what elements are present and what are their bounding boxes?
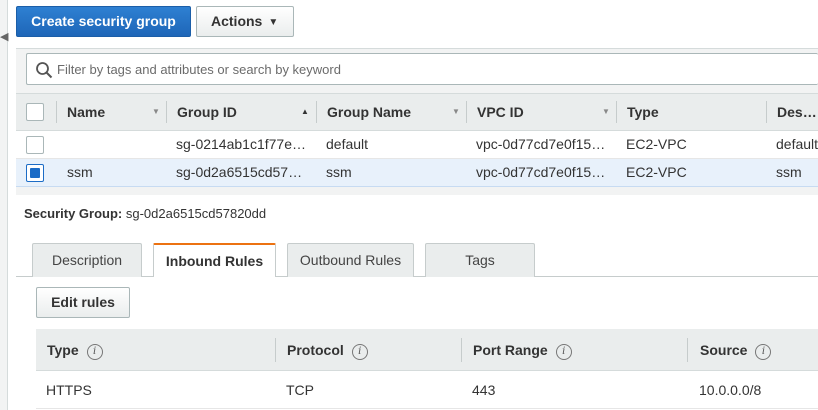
info-icon[interactable]: i — [555, 344, 572, 360]
rules-column-source-label: Source — [700, 342, 748, 358]
table-row-selected[interactable]: ssm sg-0d2a6515cd57… ssm vpc-0d77cd7e0f1… — [16, 159, 818, 187]
cell-vpc-id: vpc-0d77cd7e0f15… — [476, 164, 606, 180]
column-header-name[interactable]: Name — [67, 94, 147, 130]
rules-column-source: Source i — [700, 329, 818, 370]
rules-column-port-range-label: Port Range — [473, 342, 548, 358]
rule-port-range: 443 — [472, 382, 496, 398]
create-security-group-button[interactable]: Create security group — [16, 6, 191, 37]
search-input[interactable] — [57, 54, 797, 84]
rule-type: HTTPS — [46, 382, 92, 398]
info-icon[interactable]: i — [351, 344, 368, 360]
table-scroll-edge — [16, 188, 818, 195]
tab-tags[interactable]: Tags — [425, 243, 535, 277]
column-divider — [461, 338, 462, 362]
column-divider — [616, 101, 617, 123]
column-header-type[interactable]: Type — [627, 94, 747, 130]
detail-tabs: Description Inbound Rules Outbound Rules… — [16, 243, 818, 278]
tab-description[interactable]: Description — [32, 243, 142, 277]
select-all-checkbox[interactable] — [26, 103, 44, 121]
row-checkbox[interactable] — [26, 136, 44, 154]
rules-column-protocol-label: Protocol — [287, 342, 344, 358]
cell-name — [67, 131, 162, 158]
column-divider — [766, 101, 767, 123]
sort-icon[interactable]: ▼ — [602, 108, 610, 116]
column-divider — [275, 338, 276, 362]
rules-table-header: Type i Protocol i Port Range i Source i — [36, 329, 818, 371]
info-icon[interactable]: i — [86, 344, 103, 360]
left-nav-collapsed[interactable]: ◀ — [0, 0, 8, 410]
rule-source: 10.0.0.0/8 — [699, 382, 762, 398]
inbound-rules-table: Type i Protocol i Port Range i Source i HTTP… — [36, 329, 818, 409]
security-groups-table: Name ▼ Group ID ▲ Group Name ▼ VPC ID ▼ … — [16, 93, 818, 187]
rules-column-type-label: Type — [47, 342, 79, 358]
cell-name: ssm — [67, 164, 93, 180]
column-divider — [56, 101, 57, 123]
sort-icon[interactable]: ▼ — [452, 108, 460, 116]
detail-label: Security Group: — [24, 206, 123, 221]
chevron-left-icon[interactable]: ◀ — [0, 28, 8, 46]
table-header: Name ▼ Group ID ▲ Group Name ▼ VPC ID ▼ … — [16, 93, 818, 131]
rules-column-port-range: Port Range i — [473, 329, 673, 370]
rules-table-row: HTTPS TCP 443 10.0.0.0/8 — [36, 371, 818, 409]
row-checkbox-checked[interactable] — [26, 164, 44, 182]
cell-group-name: ssm — [326, 164, 352, 180]
column-header-description[interactable]: Descri — [777, 94, 818, 130]
column-divider — [687, 338, 688, 362]
detail-group-id: sg-0d2a6515cd57820dd — [125, 206, 267, 221]
rule-protocol: TCP — [286, 382, 314, 398]
cell-description: default — [776, 136, 818, 152]
cell-group-id: sg-0214ab1c1f77e… — [176, 136, 306, 152]
sort-ascending-icon[interactable]: ▲ — [301, 108, 309, 116]
cell-group-id: sg-0d2a6515cd57… — [176, 164, 303, 180]
column-divider — [466, 101, 467, 123]
column-divider — [316, 101, 317, 123]
caret-down-icon: ▼ — [268, 17, 279, 28]
tab-outbound-rules[interactable]: Outbound Rules — [287, 243, 414, 277]
rules-column-protocol: Protocol i — [287, 329, 457, 370]
column-header-group-id[interactable]: Group ID — [177, 94, 287, 130]
cell-type: EC2-VPC — [626, 164, 687, 180]
cell-vpc-id: vpc-0d77cd7e0f15… — [476, 136, 606, 152]
sort-icon[interactable]: ▼ — [152, 108, 160, 116]
search-icon — [36, 62, 53, 79]
security-groups-console: ◀ Create security group Actions ▼ Name ▼ … — [0, 0, 818, 410]
rules-column-type: Type i — [47, 329, 267, 370]
column-header-group-name[interactable]: Group Name — [327, 94, 447, 130]
cell-group-name: default — [326, 136, 369, 152]
search-box[interactable] — [26, 53, 818, 85]
cell-type: EC2-VPC — [626, 136, 687, 152]
column-header-vpc-id[interactable]: VPC ID — [477, 94, 587, 130]
actions-dropdown-button[interactable]: Actions ▼ — [196, 6, 294, 37]
edit-rules-button[interactable]: Edit rules — [36, 287, 130, 318]
actions-label: Actions — [211, 13, 263, 29]
cell-description: ssm — [776, 164, 802, 180]
column-divider — [166, 101, 167, 123]
info-icon[interactable]: i — [755, 344, 772, 360]
table-row[interactable]: sg-0214ab1c1f77e… default vpc-0d77cd7e0f… — [16, 131, 818, 159]
detail-title: Security Group: sg-0d2a6515cd57820dd — [24, 206, 266, 221]
tab-inbound-rules[interactable]: Inbound Rules — [153, 243, 276, 278]
